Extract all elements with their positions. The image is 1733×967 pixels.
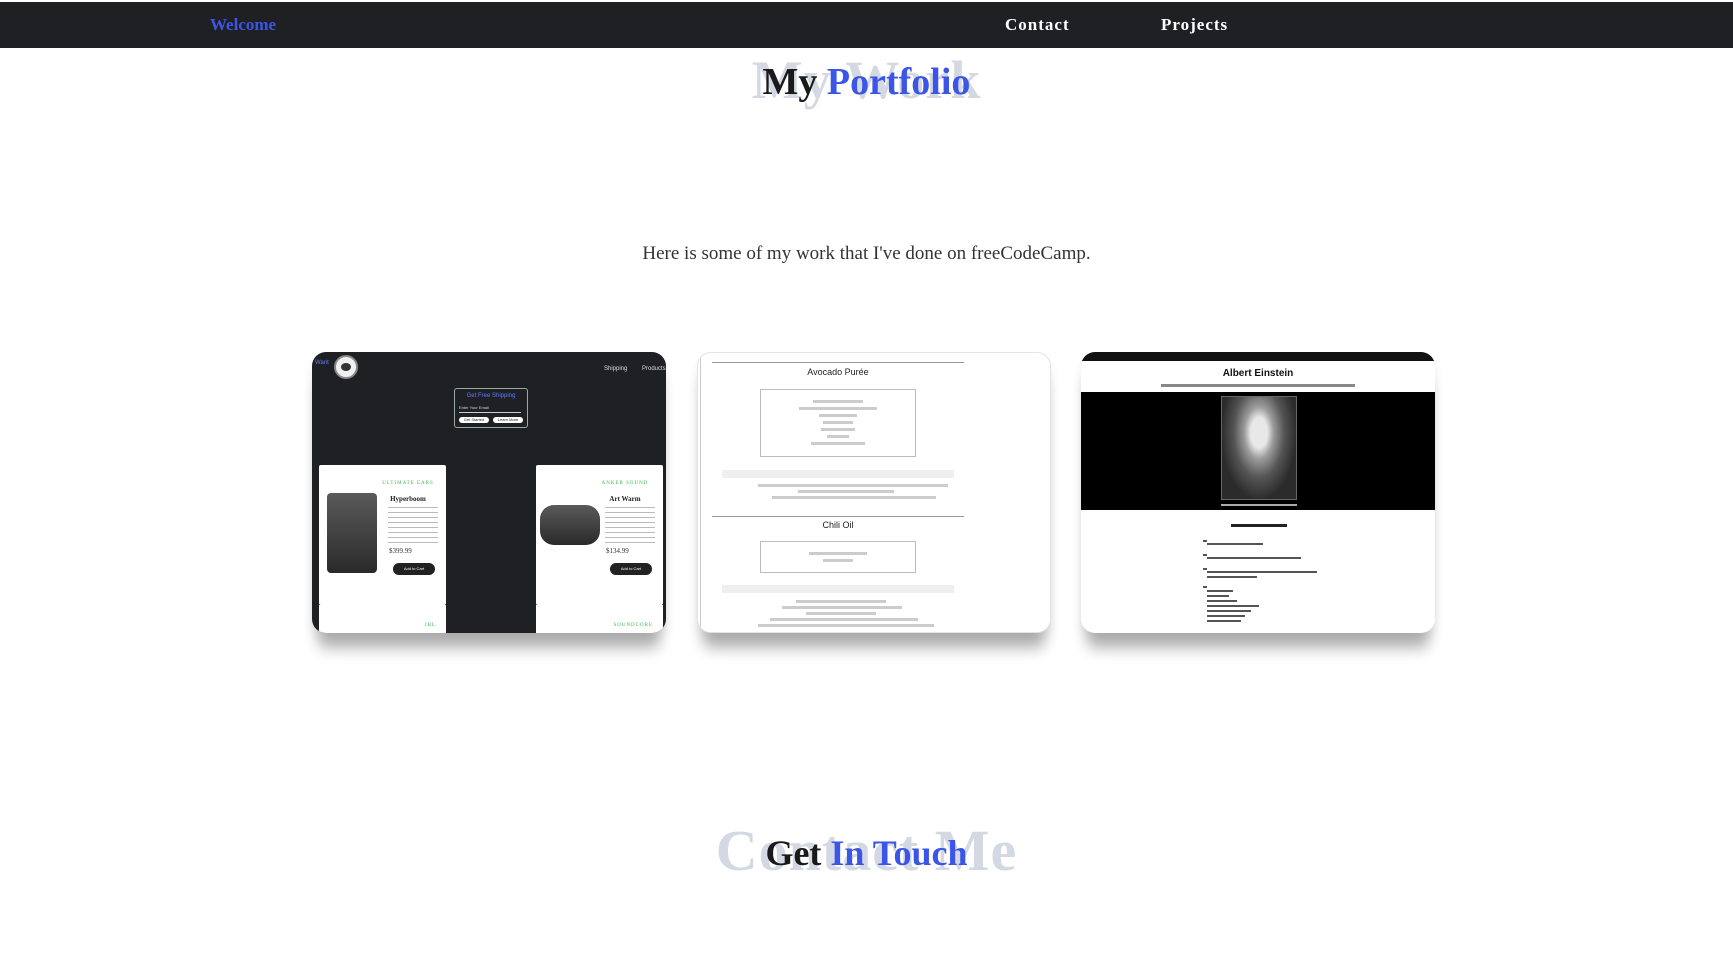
card1-product-4: SOUNDCORE xyxy=(536,605,663,633)
contact-title: Contact Me Get In Touch xyxy=(0,818,1733,888)
portfolio-title-text: My Portfolio xyxy=(763,54,971,110)
card2-divider-2 xyxy=(712,516,964,517)
card2-code-box-1 xyxy=(760,389,916,457)
navbar: Welcome Contact Projects xyxy=(0,2,1733,48)
card2-section-heading-1: Avocado Purée xyxy=(807,367,869,377)
card2-sidebar-rule xyxy=(700,353,701,632)
portfolio-title-word-2: Portfolio xyxy=(826,61,971,103)
portfolio-title-word-1: My xyxy=(762,61,818,103)
project-card-tribute[interactable]: Albert Einstein xyxy=(1081,352,1435,633)
portfolio-title: My Work My Portfolio xyxy=(0,50,1733,110)
card3-topbar xyxy=(1081,352,1435,361)
card1-product-2: ANKER SOUND Art Warm $134.99 Add to Cart xyxy=(536,465,663,605)
card2-section-heading-2: Chili Oil xyxy=(822,520,854,530)
card1-product-1-button: Add to Cart xyxy=(393,563,435,575)
card1-signup-form: Get Free Shipping Enter Your Email Get S… xyxy=(454,388,528,428)
card1-form-title: Get Free Shipping xyxy=(466,393,516,399)
card3-caption xyxy=(1221,504,1297,506)
card1-form-button-1: Get Started xyxy=(459,417,489,423)
card1-nav-products: Products xyxy=(642,366,666,372)
card1-product-2-kicker: ANKER SOUND xyxy=(601,481,649,486)
card1-product-2-name: Art Warm xyxy=(609,495,641,503)
card2-shaded-row-2 xyxy=(722,585,954,593)
card1-product-2-price: $134.99 xyxy=(606,547,629,555)
project-card-product-landing[interactable]: Warit Shipping Products Get Free Shippin… xyxy=(312,352,666,633)
card1-product-1: ULTIMATE EARS Hyperboom $399.99 Add to C… xyxy=(319,465,446,605)
card1-product-3: JBL xyxy=(319,605,446,633)
contact-title-text: Get In Touch xyxy=(765,820,967,886)
card1-nav-shipping: Shipping xyxy=(604,366,628,372)
card1-product-3-kicker: JBL xyxy=(424,623,436,628)
card1-product-1-price: $399.99 xyxy=(389,547,412,555)
card1-product-2-button: Add to Cart xyxy=(610,563,652,575)
card2-shaded-row-1 xyxy=(722,470,954,478)
card1-logo-text: Warit xyxy=(315,360,329,366)
card1-product-2-image xyxy=(540,505,600,545)
portfolio-intro: Here is some of my work that I've done o… xyxy=(642,243,1091,264)
card2-code-box-2 xyxy=(760,541,916,573)
card3-section-heading xyxy=(1231,524,1287,527)
card2-divider-1 xyxy=(712,362,964,363)
contact-title-word-2: In Touch xyxy=(830,833,968,873)
card1-product-1-image xyxy=(327,493,377,573)
card1-product-2-desc xyxy=(605,507,655,547)
card1-product-1-kicker: ULTIMATE EARS xyxy=(382,481,434,486)
card3-portrait-image xyxy=(1221,396,1297,500)
card1-product-4-kicker: SOUNDCORE xyxy=(613,623,653,628)
nav-link-welcome[interactable]: Welcome xyxy=(210,2,276,48)
nav-link-projects[interactable]: Projects xyxy=(1161,2,1228,48)
card1-email-input: Enter Your Email xyxy=(459,405,521,413)
card3-title: Albert Einstein xyxy=(1222,368,1294,379)
card1-product-1-desc xyxy=(388,507,438,547)
card1-product-1-name: Hyperboom xyxy=(390,495,426,503)
contact-title-word-1: Get xyxy=(765,833,822,873)
card1-form-button-2: Learn More xyxy=(493,417,523,423)
project-card-technical-docs[interactable]: Avocado Purée Chili Oil xyxy=(697,352,1051,633)
card1-logo-icon xyxy=(334,355,358,379)
card3-subtitle xyxy=(1161,384,1355,387)
nav-link-contact[interactable]: Contact xyxy=(1005,2,1070,48)
